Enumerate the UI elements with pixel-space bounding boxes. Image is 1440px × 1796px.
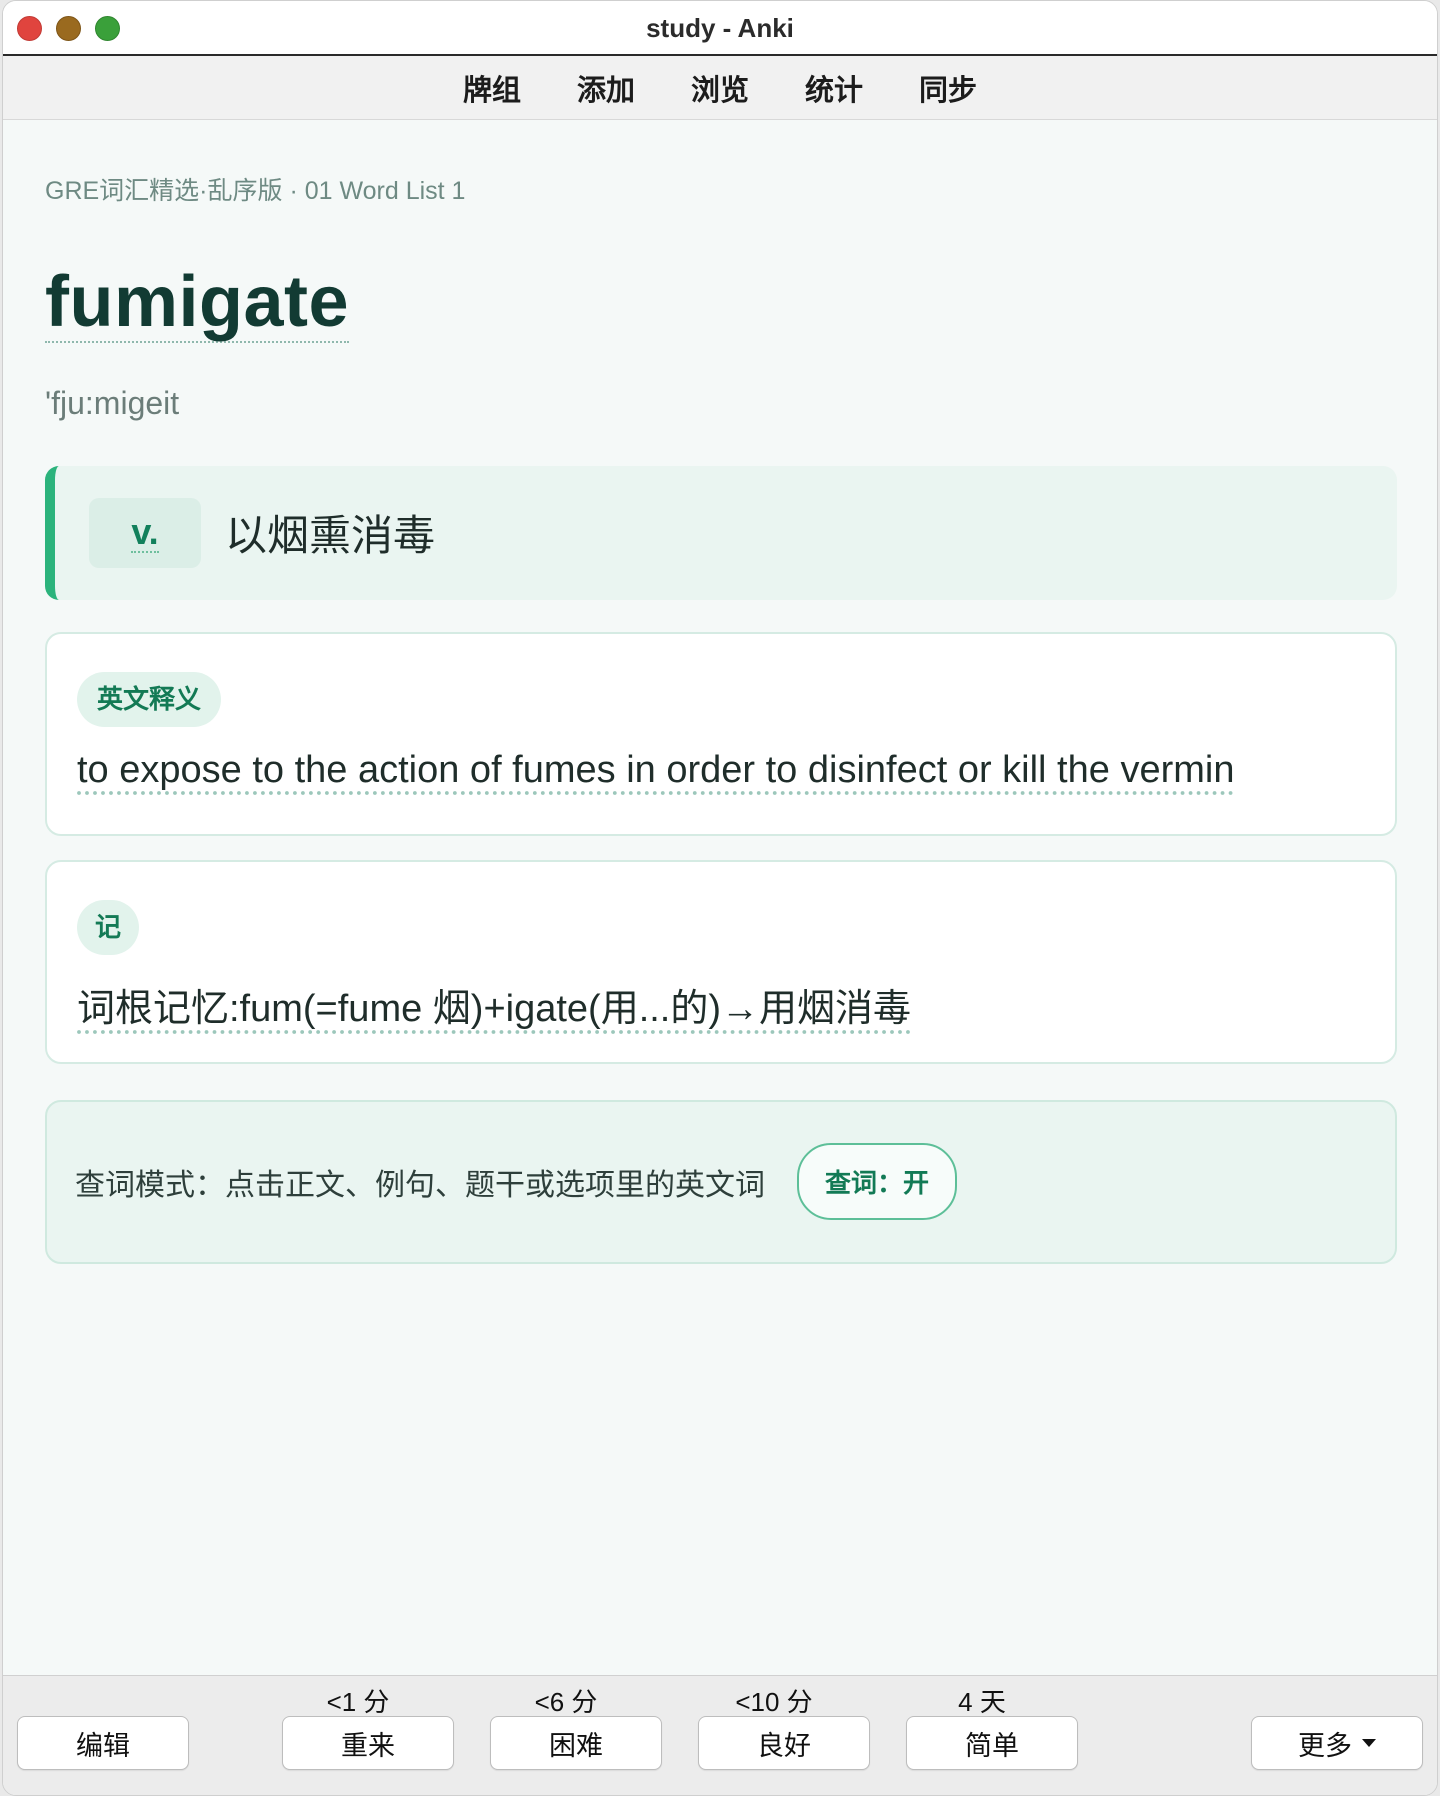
card-content: GRE词汇精选·乱序版 · 01 Word List 1 fumigate 'f… [45, 121, 1397, 1264]
memo-label: 记 [77, 899, 140, 955]
memo-text[interactable]: 词根记忆:fum(=fume 烟)+igate(用...的)→用烟消毒 [77, 977, 1365, 1032]
good-interval: <10 分 [735, 1687, 813, 1717]
easy-button[interactable]: 简单 [906, 1716, 1078, 1770]
deck-breadcrumb: GRE词汇精选·乱序版 · 01 Word List 1 [45, 177, 466, 205]
toolbar-add[interactable]: 添加 [549, 67, 663, 109]
toolbar-browse[interactable]: 浏览 [663, 67, 777, 109]
edit-button[interactable]: 编辑 [17, 1716, 189, 1770]
chevron-down-icon [1362, 1739, 1376, 1747]
anki-window: study - Anki 牌组 添加 浏览 统计 同步 GRE词汇精选·乱序版 … [2, 0, 1438, 1796]
toolbar-stats[interactable]: 统计 [777, 67, 891, 109]
toolbar-sync[interactable]: 同步 [891, 67, 1005, 109]
easy-interval: 4 天 [958, 1687, 1006, 1717]
hard-button[interactable]: 困难 [490, 1716, 662, 1770]
review-bottom-bar: 编辑 <1 分 重来 <6 分 困难 <10 分 良好 4 天 简单 更多 [3, 1675, 1437, 1795]
toolbar-decks[interactable]: 牌组 [435, 67, 549, 109]
english-definition-label: 英文释义 [77, 671, 222, 727]
again-button[interactable]: 重来 [282, 1716, 454, 1770]
again-interval: <1 分 [326, 1687, 390, 1717]
hard-interval: <6 分 [534, 1687, 598, 1717]
title-bar: study - Anki [3, 1, 1437, 56]
english-definition-text[interactable]: to expose to the action of fumes in orde… [77, 749, 1365, 792]
headword[interactable]: fumigate [45, 264, 350, 343]
part-of-speech[interactable]: v. [131, 512, 159, 554]
english-definition-card: 英文释义 to expose to the action of fumes in… [45, 631, 1397, 836]
main-toolbar: 牌组 添加 浏览 统计 同步 [3, 56, 1437, 120]
phonetic: 'fju:migeit [45, 384, 180, 421]
lookup-toggle-button[interactable]: 查词：开 [797, 1143, 958, 1221]
lookup-mode-text: 查词模式：点击正文、例句、题干或选项里的英文词 [75, 1168, 765, 1202]
lookup-mode-panel: 查词模式：点击正文、例句、题干或选项里的英文词 查词：开 [45, 1099, 1397, 1264]
chinese-meaning: 以烟熏消毒 [225, 512, 436, 560]
more-button[interactable]: 更多 [1251, 1716, 1423, 1770]
memo-card: 记 词根记忆:fum(=fume 烟)+igate(用...的)→用烟消毒 [45, 859, 1397, 1064]
definition-box: v. 以烟熏消毒 [45, 465, 1397, 600]
window-title: study - Anki [646, 13, 794, 43]
more-label: 更多 [1298, 1730, 1352, 1761]
part-of-speech-badge: v. [89, 497, 201, 568]
good-button[interactable]: 良好 [698, 1716, 870, 1770]
